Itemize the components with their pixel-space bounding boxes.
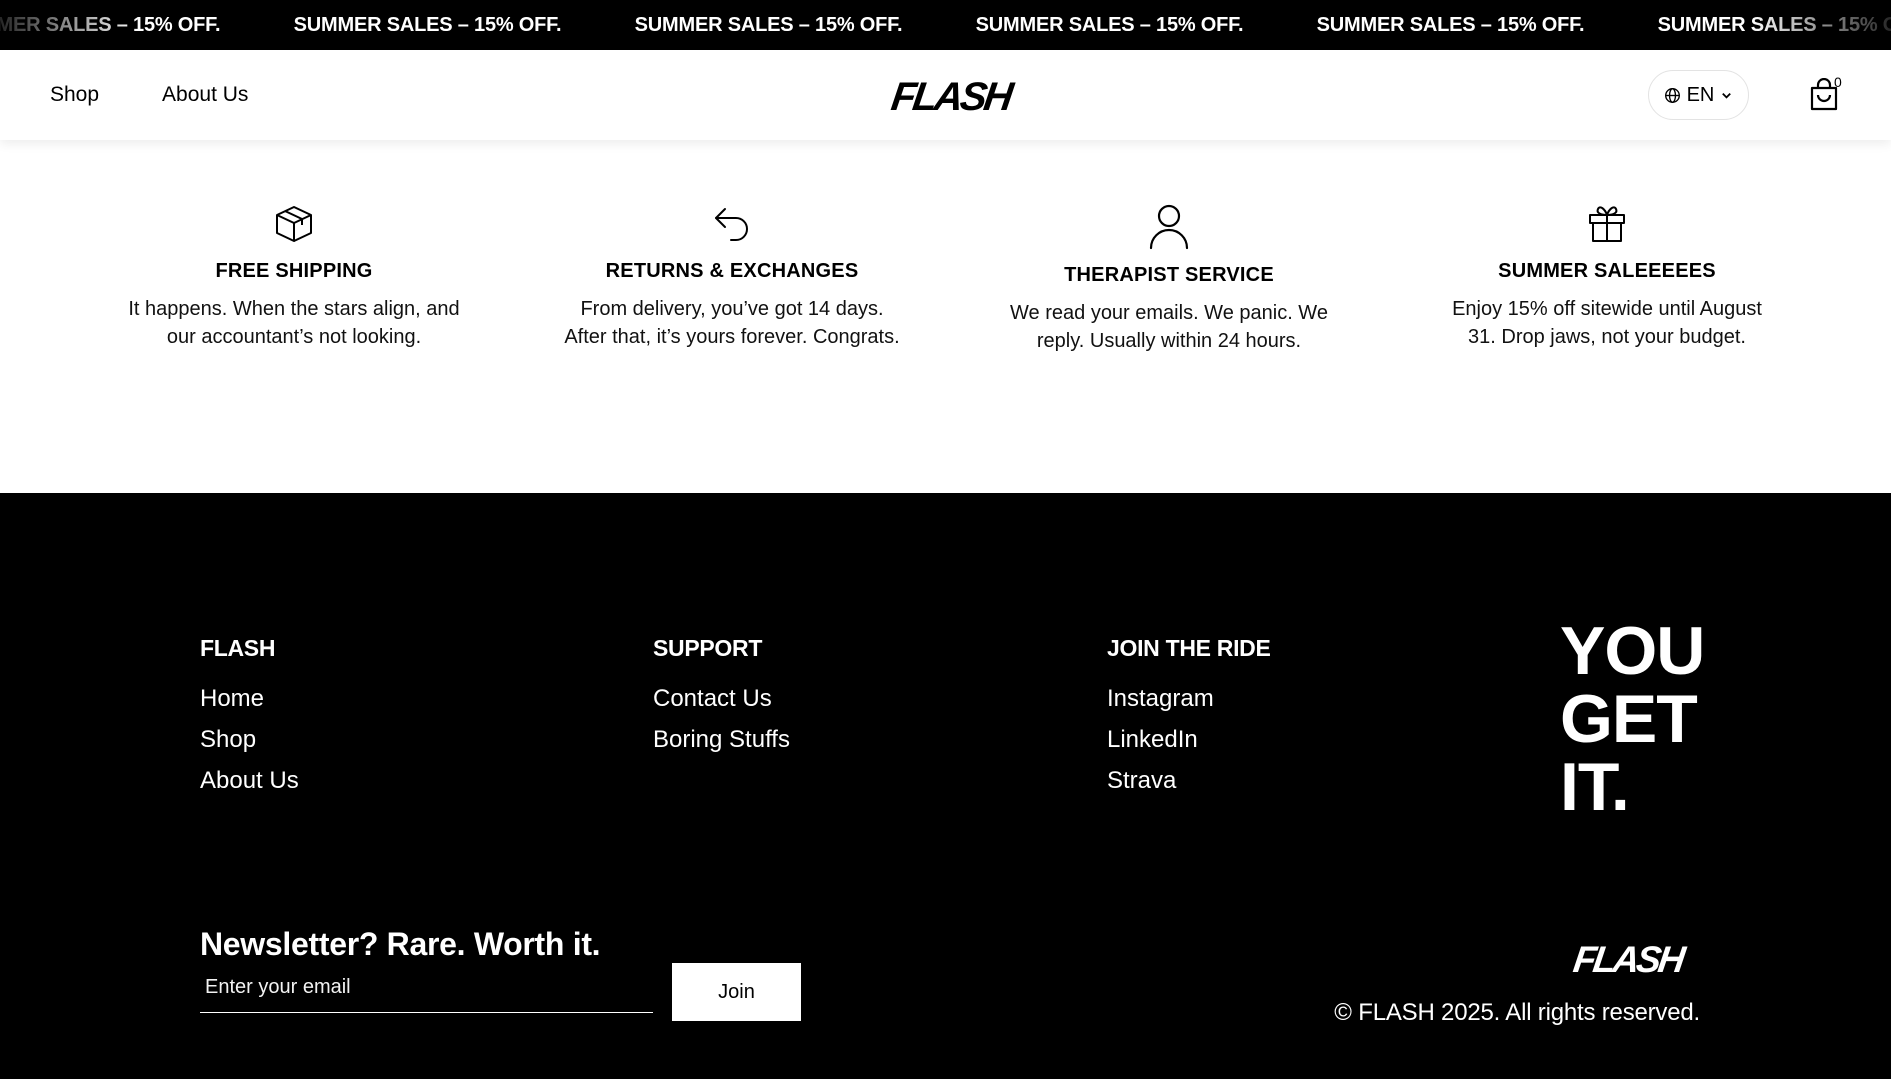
slogan-line: GET	[1560, 681, 1698, 757]
footer-column-support: SUPPORT Contact Us Boring Stuffs	[653, 635, 790, 760]
feature-title: SUMMER SALEEEEES	[1498, 260, 1716, 282]
announcement-bar: SUMMER SALES – 15% OFF. SUMMER SALES – 1…	[0, 0, 1891, 50]
feature-returns: RETURNS & EXCHANGES From delivery, you’v…	[562, 200, 902, 351]
footer-column-join-the-ride: JOIN THE RIDE Instagram LinkedIn Strava	[1107, 635, 1271, 801]
slogan-line: IT.	[1560, 749, 1630, 825]
footer-link-home[interactable]: Home	[200, 678, 299, 719]
feature-title: THERAPIST SERVICE	[1064, 264, 1274, 286]
slogan-line: YOU	[1560, 613, 1705, 689]
announcement-item: SUMMER SALES – 15% OFF.	[634, 13, 903, 36]
announcement-track: SUMMER SALES – 15% OFF. SUMMER SALES – 1…	[0, 0, 1891, 50]
main-nav: Shop About Us	[50, 50, 248, 140]
footer-flash-logo[interactable]: FLASH	[1566, 941, 1690, 977]
feature-title: RETURNS & EXCHANGES	[605, 260, 859, 282]
announcement-item: SUMMER SALES – 15% OFF.	[975, 13, 1244, 36]
footer-link-linkedin[interactable]: LinkedIn	[1107, 719, 1271, 760]
site-footer: FLASH Home Shop About Us SUPPORT Contact…	[0, 493, 1891, 1079]
return-arrow-icon	[715, 208, 748, 241]
footer-link-contact-us[interactable]: Contact Us	[653, 678, 790, 719]
newsletter-title: Newsletter? Rare. Worth it.	[200, 926, 601, 962]
footer-column-title: JOIN THE RIDE	[1107, 635, 1271, 661]
footer-column-title: SUPPORT	[653, 635, 763, 661]
newsletter-email-input[interactable]	[200, 963, 653, 1013]
globe-icon	[1664, 87, 1680, 103]
nav-link-about-us[interactable]: About Us	[162, 83, 248, 107]
language-selector[interactable]: EN	[1648, 70, 1749, 120]
gift-icon	[1589, 206, 1625, 242]
features-section: FREE SHIPPING It happens. When the stars…	[0, 140, 1891, 493]
user-icon	[1149, 204, 1189, 250]
footer-slogan: YOU GET IT.	[1560, 613, 1705, 825]
flash-logo[interactable]: FLASH	[884, 77, 1018, 115]
footer-link-shop[interactable]: Shop	[200, 719, 299, 760]
feature-free-shipping: FREE SHIPPING It happens. When the stars…	[124, 200, 464, 351]
box-icon	[276, 206, 312, 242]
nav-link-shop[interactable]: Shop	[50, 83, 99, 107]
language-label: EN	[1686, 83, 1715, 106]
footer-logo-text: FLASH	[1571, 941, 1689, 977]
feature-therapist: THERAPIST SERVICE We read your emails. W…	[999, 200, 1339, 355]
footer-column-title: FLASH	[200, 635, 276, 661]
footer-link-about-us[interactable]: About Us	[200, 760, 299, 801]
footer-link-strava[interactable]: Strava	[1107, 760, 1271, 801]
footer-link-boring-stuffs[interactable]: Boring Stuffs	[653, 719, 790, 760]
feature-text: From delivery, you’ve got 14 days. After…	[564, 298, 900, 348]
copyright-text: © FLASH 2025. All rights reserved.	[1334, 999, 1700, 1026]
announcement-item: SUMMER SALES – 15% OFF.	[1316, 13, 1585, 36]
feature-text: Enjoy 15% off sitewide until August 31. …	[1452, 298, 1762, 348]
announcement-item: SUMMER SALES – 15% OFF.	[1657, 13, 1891, 36]
footer-link-instagram[interactable]: Instagram	[1107, 678, 1271, 719]
footer-column-flash: FLASH Home Shop About Us	[200, 635, 299, 801]
chevron-down-icon	[1722, 92, 1732, 99]
site-header: Shop About Us FLASH EN 0	[0, 50, 1891, 140]
cart-count-badge: 0	[1834, 74, 1842, 90]
feature-title: FREE SHIPPING	[215, 260, 373, 282]
announcement-item: SUMMER SALES – 15% OFF.	[0, 13, 221, 36]
flash-logo-text: FLASH	[889, 77, 1018, 115]
feature-text: We read your emails. We panic. We reply.…	[1010, 302, 1328, 352]
newsletter-join-button[interactable]: Join	[672, 963, 801, 1021]
feature-text: It happens. When the stars align, and ou…	[128, 298, 460, 348]
feature-summer-sales: SUMMER SALEEEEES Enjoy 15% off sitewide …	[1437, 200, 1777, 351]
announcement-item: SUMMER SALES – 15% OFF.	[293, 13, 562, 36]
